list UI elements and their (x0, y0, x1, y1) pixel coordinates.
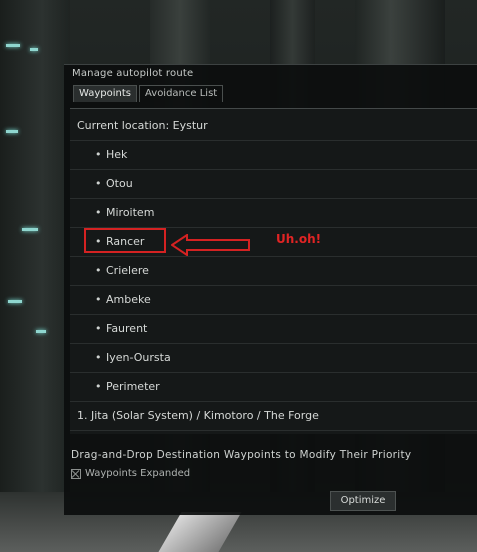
annotation-text: Uh.oh! (276, 232, 322, 246)
station-light (8, 300, 22, 303)
waypoint-name: Iyen-Oursta (106, 351, 171, 364)
annotation-arrow-icon (171, 234, 250, 256)
bullet-icon: • (95, 293, 102, 306)
waypoint-row[interactable]: • Iyen-Oursta (70, 344, 477, 373)
waypoint-row[interactable]: • Otou (70, 170, 477, 199)
waypoint-name: Otou (106, 177, 133, 190)
current-location-label: Current location: Eystur (77, 119, 208, 132)
waypoints-expanded-checkbox[interactable]: Waypoints Expanded (71, 468, 190, 479)
waypoint-row[interactable]: • Crielere (70, 257, 477, 286)
bullet-icon: • (95, 235, 102, 248)
tab-avoidance-list[interactable]: Avoidance List (139, 85, 224, 102)
waypoint-name: Ambeke (106, 293, 151, 306)
waypoint-row-highlighted[interactable]: • Rancer (70, 228, 477, 257)
station-light (6, 44, 20, 47)
drag-drop-hint: Drag-and-Drop Destination Waypoints to M… (71, 449, 412, 461)
tab-waypoints[interactable]: Waypoints (73, 85, 138, 102)
waypoint-name: Crielere (106, 264, 149, 277)
waypoint-row[interactable]: • Perimeter (70, 373, 477, 402)
bullet-icon: • (95, 148, 102, 161)
window-title: Manage autopilot route (72, 68, 194, 79)
waypoint-name: Rancer (106, 235, 145, 248)
bullet-icon: • (95, 264, 102, 277)
waypoint-name: Perimeter (106, 380, 160, 393)
optimize-button[interactable]: Optimize (330, 491, 396, 511)
waypoint-name: Hek (106, 148, 128, 161)
waypoint-row[interactable]: • Ambeke (70, 286, 477, 315)
current-location-row: Current location: Eystur (70, 112, 477, 141)
waypoint-row[interactable]: • Faurent (70, 315, 477, 344)
checkbox-label: Waypoints Expanded (85, 468, 191, 479)
waypoint-list: Current location: Eystur • Hek • Otou • … (70, 108, 477, 434)
autopilot-window: Manage autopilot route Waypoints Avoidan… (64, 64, 477, 515)
station-light (30, 48, 38, 51)
bullet-icon: • (95, 380, 102, 393)
waypoint-name: Miroitem (106, 206, 155, 219)
station-light (6, 130, 18, 133)
checkbox-checked-icon[interactable] (71, 468, 81, 479)
tab-bar: Waypoints Avoidance List (73, 85, 225, 103)
bullet-icon: • (95, 322, 102, 335)
bullet-icon: • (95, 351, 102, 364)
bullet-icon: • (95, 206, 102, 219)
destination-row[interactable]: 1. Jita (Solar System) / Kimotoro / The … (70, 402, 477, 431)
bullet-icon: • (95, 177, 102, 190)
destination-name: 1. Jita (Solar System) / Kimotoro / The … (77, 409, 319, 422)
structure-pillar (0, 0, 70, 552)
waypoint-row[interactable]: • Hek (70, 141, 477, 170)
station-light (36, 330, 46, 333)
station-light (22, 228, 38, 231)
waypoint-name: Faurent (106, 322, 148, 335)
waypoint-row[interactable]: • Miroitem (70, 199, 477, 228)
